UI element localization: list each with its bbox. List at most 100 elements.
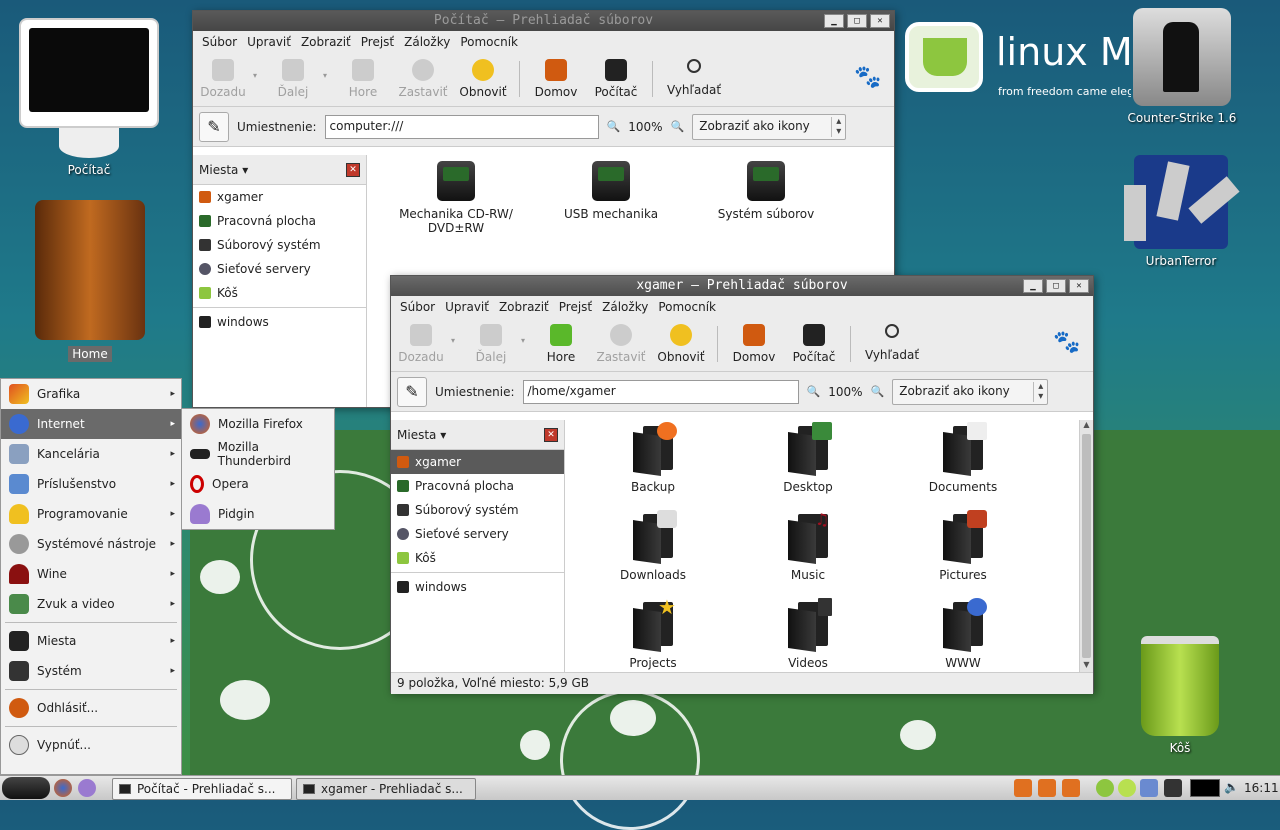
zoom-in-icon[interactable]: 🔍 (671, 120, 685, 133)
back-button[interactable]: Dozadu (193, 59, 253, 99)
sidebar-item-trash[interactable]: Kôš (391, 546, 564, 570)
folder-pictures[interactable]: Pictures (903, 510, 1023, 582)
sidebar-item-network[interactable]: Sieťové servery (193, 257, 366, 281)
search-button[interactable]: Vyhľadať (659, 59, 729, 97)
window-titlebar[interactable]: Počítač – Prehliadač súborov ▁ □ ✕ (193, 11, 894, 31)
item-usb-drive[interactable]: USB mechanika (546, 161, 676, 221)
forward-history-dropdown[interactable]: ▾ (521, 324, 531, 345)
media-next-icon[interactable] (1062, 779, 1080, 797)
item-filesystem[interactable]: Systém súborov (701, 161, 831, 221)
menu-help[interactable]: Pomocník (455, 35, 523, 49)
desktop-icon-home[interactable]: Home (30, 200, 150, 362)
item-cd-drive[interactable]: Mechanika CD-RW/ DVD±RW (391, 161, 521, 235)
location-input[interactable]: computer:/// (324, 114, 599, 139)
menu-item-graphics[interactable]: Grafika ▸ (1, 379, 181, 409)
menu-item-sound-video[interactable]: Zvuk a video ▸ (1, 589, 181, 619)
minimize-button[interactable]: ▁ (824, 14, 844, 28)
folder-backup[interactable]: Backup (593, 422, 713, 494)
menu-view[interactable]: Zobraziť (296, 35, 356, 49)
window-home[interactable]: xgamer – Prehliadač súborov ▁ □ ✕ Súbor … (390, 275, 1094, 694)
menu-file[interactable]: Súbor (197, 35, 242, 49)
menu-file[interactable]: Súbor (395, 300, 440, 314)
sidebar-item-trash[interactable]: Kôš (193, 281, 366, 305)
minimize-button[interactable]: ▁ (1023, 279, 1043, 293)
submenu-item-firefox[interactable]: Mozilla Firefox (182, 409, 334, 439)
up-button[interactable]: Hore (531, 324, 591, 364)
stop-button[interactable]: Zastaviť (393, 59, 453, 99)
menu-item-accessories[interactable]: Príslušenstvo ▸ (1, 469, 181, 499)
menu-item-places[interactable]: Miesta ▸ (1, 626, 181, 656)
update-manager-icon[interactable] (1096, 779, 1114, 797)
computer-button[interactable]: Počítač (586, 59, 646, 99)
reload-button[interactable]: Obnoviť (651, 324, 711, 364)
zoom-out-icon[interactable]: 🔍 (807, 385, 821, 398)
sidebar-close-button[interactable]: ✕ (544, 427, 558, 442)
sidebar-item-desktop[interactable]: Pracovná plocha (391, 474, 564, 498)
forward-button[interactable]: Ďalej (461, 324, 521, 364)
pidgin-launcher-icon[interactable] (78, 779, 96, 797)
up-button[interactable]: Hore (333, 59, 393, 99)
computer-button[interactable]: Počítač (784, 324, 844, 364)
menu-item-wine[interactable]: Wine ▸ (1, 559, 181, 589)
clock[interactable]: 16:11 (1244, 781, 1279, 795)
menu-item-shutdown[interactable]: Vypnúť... (1, 730, 181, 760)
folder-desktop[interactable]: Desktop (748, 422, 868, 494)
menu-item-system-tools[interactable]: Systémové nástroje ▸ (1, 529, 181, 559)
view-mode-select[interactable]: Zobraziť ako ikony ▴ ▾ (692, 113, 847, 140)
menu-view[interactable]: Zobraziť (494, 300, 554, 314)
forward-history-dropdown[interactable]: ▾ (323, 59, 333, 80)
menu-edit[interactable]: Upraviť (242, 35, 296, 49)
back-history-dropdown[interactable]: ▾ (253, 59, 263, 80)
desktop-icon-computer[interactable]: Počítač (14, 18, 164, 178)
task-computer[interactable]: Počítač - Prehliadač s... (112, 778, 292, 800)
sidebar-item-desktop[interactable]: Pracovná plocha (193, 209, 366, 233)
stop-button[interactable]: Zastaviť (591, 324, 651, 364)
desktop-icon-trash[interactable]: Kôš (1130, 636, 1230, 756)
media-pause-icon[interactable] (1038, 779, 1056, 797)
close-button[interactable]: ✕ (1069, 279, 1089, 293)
menu-item-system[interactable]: Systém ▸ (1, 656, 181, 686)
sidebar-title[interactable]: Miesta ▾ (397, 428, 446, 442)
sidebar-item-network[interactable]: Sieťové servery (391, 522, 564, 546)
forward-button[interactable]: Ďalej (263, 59, 323, 99)
volume-icon[interactable]: 🔈 (1224, 780, 1239, 794)
vertical-scrollbar[interactable]: ▲ ▼ (1079, 420, 1093, 672)
zoom-in-icon[interactable]: 🔍 (871, 385, 885, 398)
removable-drive-icon[interactable] (1140, 779, 1158, 797)
submenu-item-thunderbird[interactable]: Mozilla Thunderbird (182, 439, 334, 469)
menu-item-office[interactable]: Kancelária ▸ (1, 439, 181, 469)
sidebar-item-windows[interactable]: windows (193, 310, 366, 334)
sidebar-item-home[interactable]: xgamer (193, 185, 366, 209)
reload-button[interactable]: Obnoviť (453, 59, 513, 99)
submenu-item-pidgin[interactable]: Pidgin (182, 499, 334, 529)
submenu-item-opera[interactable]: Opera (182, 469, 334, 499)
folder-videos[interactable]: Videos (748, 598, 868, 670)
menu-go[interactable]: Prejsť (356, 35, 399, 49)
desktop-icon-urbanterror[interactable]: UrbanTerror (1118, 155, 1244, 269)
media-previous-icon[interactable] (1014, 779, 1032, 797)
status-icon[interactable] (1118, 779, 1136, 797)
folder-downloads[interactable]: Downloads (593, 510, 713, 582)
maximize-button[interactable]: □ (1046, 279, 1066, 293)
search-button[interactable]: Vyhľadať (857, 324, 927, 362)
view-mode-select[interactable]: Zobraziť ako ikony ▴ ▾ (892, 378, 1049, 405)
menu-edit[interactable]: Upraviť (440, 300, 494, 314)
menu-help[interactable]: Pomocník (653, 300, 721, 314)
zoom-level[interactable]: 100% (628, 120, 662, 134)
network-icon[interactable] (1164, 779, 1182, 797)
zoom-out-icon[interactable]: 🔍 (607, 120, 621, 133)
toggle-location-button[interactable]: ✎ (397, 376, 427, 407)
toggle-location-button[interactable]: ✎ (199, 111, 229, 142)
maximize-button[interactable]: □ (847, 14, 867, 28)
sidebar-item-filesystem[interactable]: Súborový systém (391, 498, 564, 522)
folder-www[interactable]: WWW (903, 598, 1023, 670)
close-button[interactable]: ✕ (870, 14, 890, 28)
menu-bookmarks[interactable]: Záložky (399, 35, 455, 49)
system-monitor-icon[interactable] (1190, 779, 1220, 797)
window-titlebar[interactable]: xgamer – Prehliadač súborov ▁ □ ✕ (391, 276, 1093, 296)
sidebar-item-filesystem[interactable]: Súborový systém (193, 233, 366, 257)
firefox-launcher-icon[interactable] (54, 779, 72, 797)
sidebar-item-home[interactable]: xgamer (391, 450, 564, 474)
back-history-dropdown[interactable]: ▾ (451, 324, 461, 345)
home-button[interactable]: Domov (724, 324, 784, 364)
